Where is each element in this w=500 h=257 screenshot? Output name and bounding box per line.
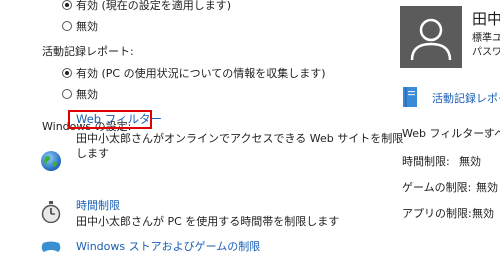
game-limits-summary-label: ゲームの制限: <box>402 181 472 194</box>
report-icon <box>401 86 419 108</box>
web-filter-summary-value: すべ <box>484 127 500 140</box>
option1-on-label: 有効 (現在の設定を適用します) <box>76 0 232 12</box>
web-filter-description-line2: します <box>76 147 109 160</box>
option1-off-radio[interactable] <box>62 21 72 31</box>
app-limits-summary-label: アプリの制限: <box>402 207 472 220</box>
profile-name: 田中 <box>472 10 500 28</box>
stopwatch-icon <box>40 201 62 224</box>
activity-on-label: 有効 (PC の使用状況についての情報を収集します) <box>76 67 326 80</box>
store-games-link[interactable]: Windows ストアおよびゲームの制限 <box>76 238 260 254</box>
time-limits-summary-label: 時間制限: <box>402 155 450 168</box>
web-filter-description-line1: 田中小太郎さんがオンラインでアクセスできる Web サイトを制限 <box>76 132 404 145</box>
time-limits-description: 田中小太郎さんが PC を使用する時間帯を制限します <box>76 215 340 228</box>
activity-report-heading: 活動記録レポート: <box>42 45 134 58</box>
web-filter-summary-label: Web フィルター: <box>402 127 488 140</box>
web-filter-link[interactable]: Web フィルター <box>76 112 162 126</box>
profile-password: パスワ <box>472 47 500 58</box>
activity-off-radio[interactable] <box>62 89 72 99</box>
game-controller-icon <box>40 240 62 254</box>
globe-icon <box>40 150 62 172</box>
activity-report-link[interactable]: 活動記録レポー <box>432 90 500 106</box>
profile-account-type: 標準ユ <box>472 33 500 44</box>
app-limits-summary-value: 無効 <box>472 207 494 220</box>
game-limits-summary-value: 無効 <box>476 181 498 194</box>
time-limits-link[interactable]: 時間制限 <box>76 197 120 213</box>
option1-off-label: 無効 <box>76 20 98 33</box>
user-avatar <box>400 6 462 68</box>
option1-on-radio[interactable] <box>62 0 72 10</box>
time-limits-summary-value: 無効 <box>459 155 481 168</box>
activity-on-radio[interactable] <box>62 68 72 78</box>
activity-off-label: 無効 <box>76 88 98 101</box>
